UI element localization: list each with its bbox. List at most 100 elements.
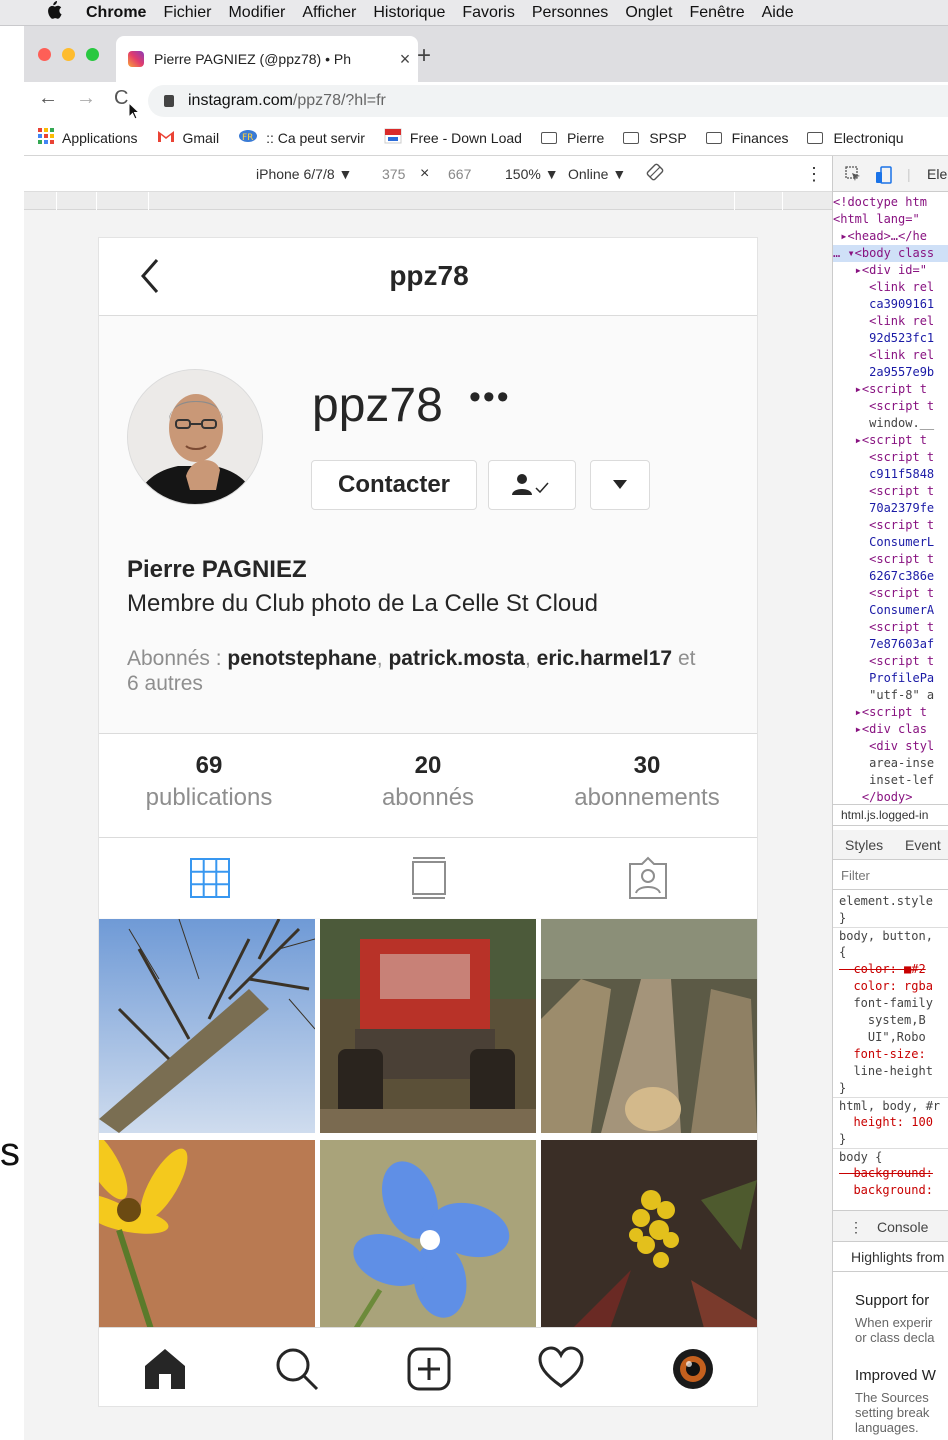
reload-icon[interactable]: C — [114, 87, 128, 110]
feed-view-icon[interactable] — [407, 856, 451, 900]
menu-onglet[interactable]: Onglet — [625, 4, 672, 22]
bookmark-free-download[interactable]: Free - Down Load — [384, 128, 522, 147]
device-toggle-icon[interactable] — [875, 166, 893, 187]
follower-name[interactable]: eric.harmel17 — [537, 647, 672, 670]
menu-aide[interactable]: Aide — [762, 4, 794, 22]
address-bar[interactable]: instagram.com/ppz78/?hl=fr — [148, 85, 948, 117]
profile-avatar[interactable] — [127, 369, 263, 505]
bookmark-folder-spsp[interactable]: SPSP — [623, 130, 687, 146]
style-rule-line[interactable]: body { — [833, 1148, 948, 1165]
photo-blue-flower[interactable] — [320, 1140, 536, 1354]
dom-node-line[interactable]: 70a2379fe — [833, 500, 948, 517]
styles-filter-input[interactable]: Filter — [833, 862, 948, 890]
dom-node-line[interactable]: <link rel — [833, 347, 948, 364]
menu-historique[interactable]: Historique — [373, 4, 445, 22]
dom-node-line[interactable]: ▸<div id=" — [833, 262, 948, 279]
style-rule-line[interactable]: body, button, — [833, 927, 948, 944]
dom-node-line[interactable]: ▸<script t — [833, 381, 948, 398]
photo-logs[interactable] — [541, 919, 757, 1133]
window-close-button[interactable] — [38, 48, 51, 61]
style-rule-line[interactable]: { — [833, 944, 948, 961]
stat-followers[interactable]: 20 abonnés — [318, 752, 538, 812]
style-rule-line[interactable]: element.style — [833, 893, 948, 910]
profile-avatar-nav-icon[interactable] — [670, 1346, 716, 1392]
menu-personnes[interactable]: Personnes — [532, 4, 609, 22]
window-minimize-button[interactable] — [62, 48, 75, 61]
stat-following[interactable]: 30 abonnements — [537, 752, 757, 812]
heart-icon[interactable] — [538, 1346, 584, 1392]
more-options-icon[interactable]: ••• — [469, 378, 511, 417]
photo-mahonia[interactable] — [541, 1140, 757, 1354]
back-arrow-icon[interactable]: ← — [38, 87, 58, 110]
dom-node-line[interactable]: "utf-8" a — [833, 687, 948, 704]
news-item[interactable]: Support for When experir or class decla — [855, 1292, 948, 1345]
menu-modifier[interactable]: Modifier — [228, 4, 285, 22]
grid-view-icon[interactable] — [188, 856, 232, 900]
menu-fenetre[interactable]: Fenêtre — [689, 4, 744, 22]
dom-node-line[interactable]: ▸<head>…</he — [833, 228, 948, 245]
dom-node-line[interactable]: c911f5848 — [833, 466, 948, 483]
dom-node-line[interactable]: <script t — [833, 517, 948, 534]
photo-red-tractor[interactable] — [320, 919, 536, 1133]
dom-node-line[interactable]: 7e87603af — [833, 636, 948, 653]
window-zoom-button[interactable] — [86, 48, 99, 61]
photo-tree-sky[interactable] — [99, 919, 315, 1133]
dom-node-line[interactable]: <html lang=" — [833, 211, 948, 228]
style-rule-line[interactable]: } — [833, 1131, 948, 1148]
dom-node-line[interactable]: <script t — [833, 398, 948, 415]
device-toolbar-menu-icon[interactable]: ⋮ — [805, 164, 823, 185]
photo-yellow-flower[interactable] — [99, 1140, 315, 1354]
dom-breadcrumb[interactable]: html.js.logged-in — [833, 804, 948, 826]
dom-node-line[interactable]: 6267c386e — [833, 568, 948, 585]
dom-node-line[interactable]: ▸<div clas — [833, 721, 948, 738]
style-rule-line[interactable]: font-size: — [833, 1046, 948, 1063]
network-select[interactable]: Online ▼ — [568, 166, 626, 182]
device-height-input[interactable]: 667 — [448, 166, 471, 182]
style-rule-line[interactable]: font-family — [833, 995, 948, 1012]
bookmark-applications[interactable]: Applications — [38, 128, 138, 147]
apple-menu-icon[interactable] — [46, 1, 66, 24]
home-icon[interactable] — [142, 1346, 188, 1392]
media-query-ruler[interactable] — [24, 192, 832, 210]
style-rule-line[interactable]: background: — [833, 1165, 948, 1182]
bookmark-folder-electronique[interactable]: Electroniqu — [807, 130, 904, 146]
follower-name[interactable]: penotstephane — [227, 647, 376, 670]
stat-publications[interactable]: 69 publications — [99, 752, 319, 812]
dom-node-line[interactable]: <script t — [833, 551, 948, 568]
rotate-icon[interactable] — [646, 163, 664, 184]
browser-tab-instagram[interactable]: Pierre PAGNIEZ (@ppz78) • Ph × — [116, 36, 418, 82]
dom-node-line[interactable]: ca3909161 — [833, 296, 948, 313]
console-tab[interactable]: Console — [877, 1219, 928, 1235]
device-width-input[interactable]: 375 — [382, 166, 405, 182]
style-rule-line[interactable]: html, body, #r — [833, 1097, 948, 1114]
dom-node-line[interactable]: <script t — [833, 653, 948, 670]
bookmark-folder-finances[interactable]: Finances — [705, 130, 788, 146]
dom-node-line[interactable]: 2a9557e9b — [833, 364, 948, 381]
dom-node-line[interactable]: ▸<script t — [833, 432, 948, 449]
menu-fichier[interactable]: Fichier — [163, 4, 211, 22]
new-tab-button[interactable]: + — [409, 42, 439, 70]
tagged-view-icon[interactable] — [626, 856, 670, 900]
inspect-element-icon[interactable] — [845, 166, 861, 185]
device-select[interactable]: iPhone 6/7/8 ▼ — [256, 166, 352, 182]
dom-node-line[interactable]: <!doctype htm — [833, 194, 948, 211]
style-rule-line[interactable]: background: — [833, 1182, 948, 1199]
dom-node-line[interactable]: ▸<script t — [833, 704, 948, 721]
dom-node-line[interactable]: <div styl — [833, 738, 948, 755]
dom-node-line[interactable]: <script t — [833, 585, 948, 602]
style-rule-line[interactable]: color: rgba — [833, 978, 948, 995]
dom-node-line[interactable]: ProfilePa — [833, 670, 948, 687]
zoom-select[interactable]: 150% ▼ — [505, 166, 559, 182]
followed-by-text[interactable]: Abonnés : penotstephane, patrick.mosta, … — [127, 646, 727, 696]
dom-node-line[interactable]: 92d523fc1 — [833, 330, 948, 347]
style-rule-line[interactable]: UI",Robo — [833, 1029, 948, 1046]
bookmark-ca-peut-servir[interactable]: FR :: Ca peut servir — [238, 128, 365, 147]
search-icon[interactable] — [274, 1346, 320, 1392]
dom-node-line[interactable]: <script t — [833, 483, 948, 500]
style-rule-line[interactable]: } — [833, 910, 948, 927]
new-post-icon[interactable] — [406, 1346, 452, 1392]
menu-chrome[interactable]: Chrome — [86, 4, 146, 22]
event-listeners-tab[interactable]: Event — [905, 837, 941, 853]
dom-node-line[interactable]: ConsumerL — [833, 534, 948, 551]
dom-node-line[interactable]: <script t — [833, 449, 948, 466]
